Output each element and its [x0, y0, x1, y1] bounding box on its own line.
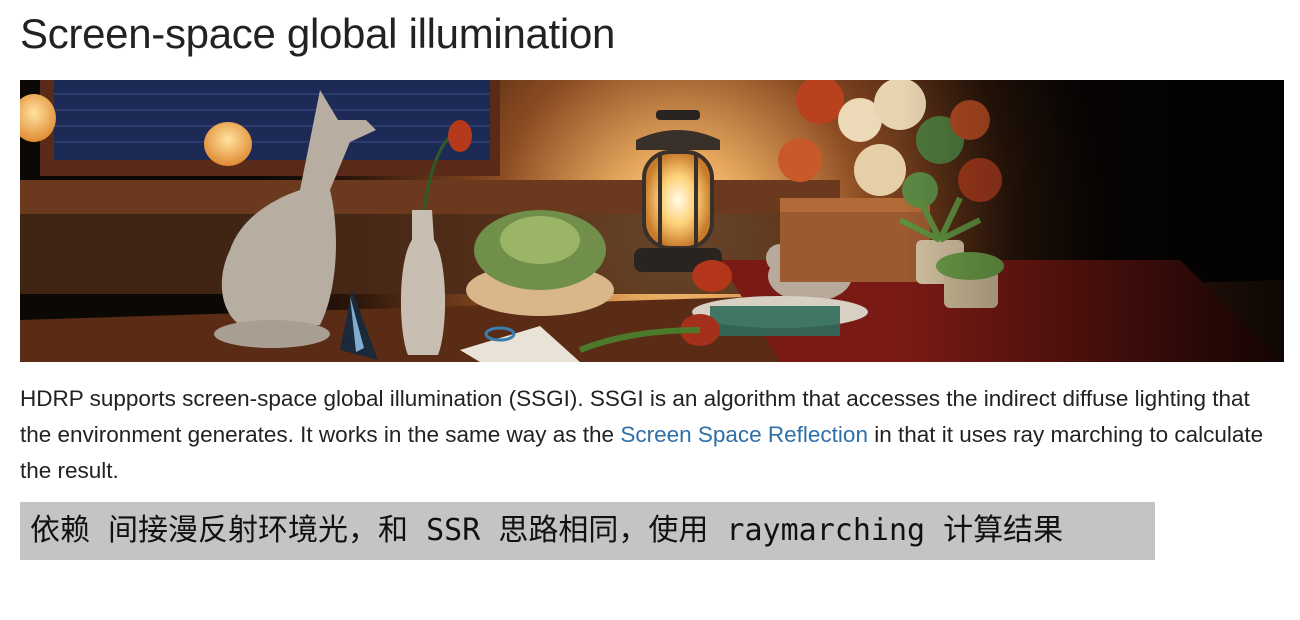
hero-image [20, 80, 1284, 362]
chinese-summary-note: 依赖 间接漫反射环境光，和 SSR 思路相同，使用 raymarching 计算… [20, 502, 1155, 560]
screen-space-reflection-link[interactable]: Screen Space Reflection [620, 422, 868, 447]
description-paragraph: HDRP supports screen-space global illumi… [20, 381, 1282, 489]
page-title: Screen-space global illumination [20, 10, 616, 57]
